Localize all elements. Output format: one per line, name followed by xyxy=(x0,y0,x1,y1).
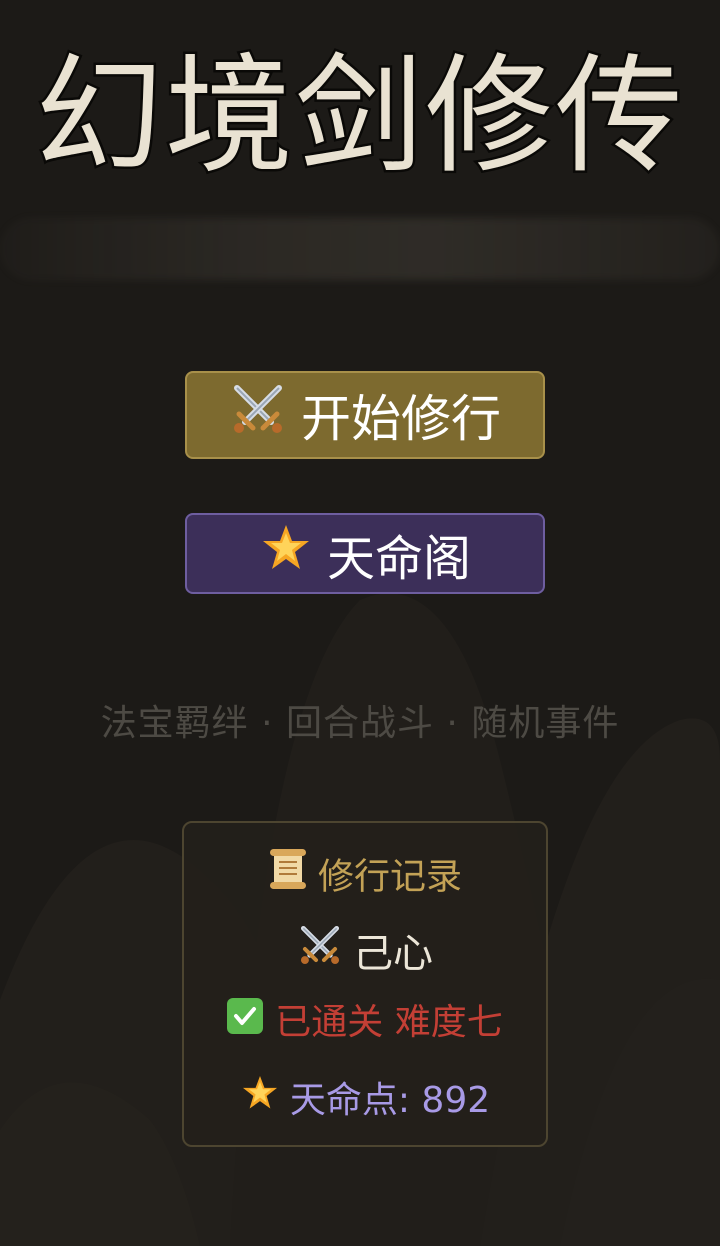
start-cultivation-label: 开始修行 xyxy=(301,390,501,448)
start-cultivation-button[interactable]: 开始修行 xyxy=(185,371,545,459)
record-status: 已通关 难度七 xyxy=(275,1002,503,1043)
record-character-name: 己心 xyxy=(353,931,433,977)
cultivation-record-panel: 修行记录 己心 已通关 难度七 天命点: 892 xyxy=(182,821,548,1147)
feature-tagline: 法宝羁绊 · 回合战斗 · 随机事件 xyxy=(100,703,620,744)
crossed-swords-icon xyxy=(297,922,343,978)
record-title-row: 修行记录 xyxy=(184,847,546,900)
check-mark-icon xyxy=(227,998,264,1034)
crossed-swords-icon xyxy=(229,380,287,450)
main-menu-screen: 幻境剑修传 开始修行 天命阁 法宝羁绊 · 回合战斗 · 随机事件 修行记录 己… xyxy=(0,0,720,1246)
record-status-row: 已通关 难度七 xyxy=(184,993,546,1045)
record-title: 修行记录 xyxy=(317,856,462,898)
glowing-star-icon xyxy=(259,521,313,587)
mist-band xyxy=(0,218,720,280)
scroll-icon xyxy=(268,847,308,900)
fate-pavilion-button[interactable]: 天命阁 xyxy=(185,513,545,594)
fate-pavilion-label: 天命阁 xyxy=(326,530,471,587)
glowing-star-icon xyxy=(240,1073,280,1122)
record-name-row: 己心 xyxy=(184,921,546,979)
fate-points: 天命点: 892 xyxy=(289,1080,491,1121)
game-title: 幻境剑修传 xyxy=(32,40,685,194)
record-points-row: 天命点: 892 xyxy=(184,1071,546,1123)
